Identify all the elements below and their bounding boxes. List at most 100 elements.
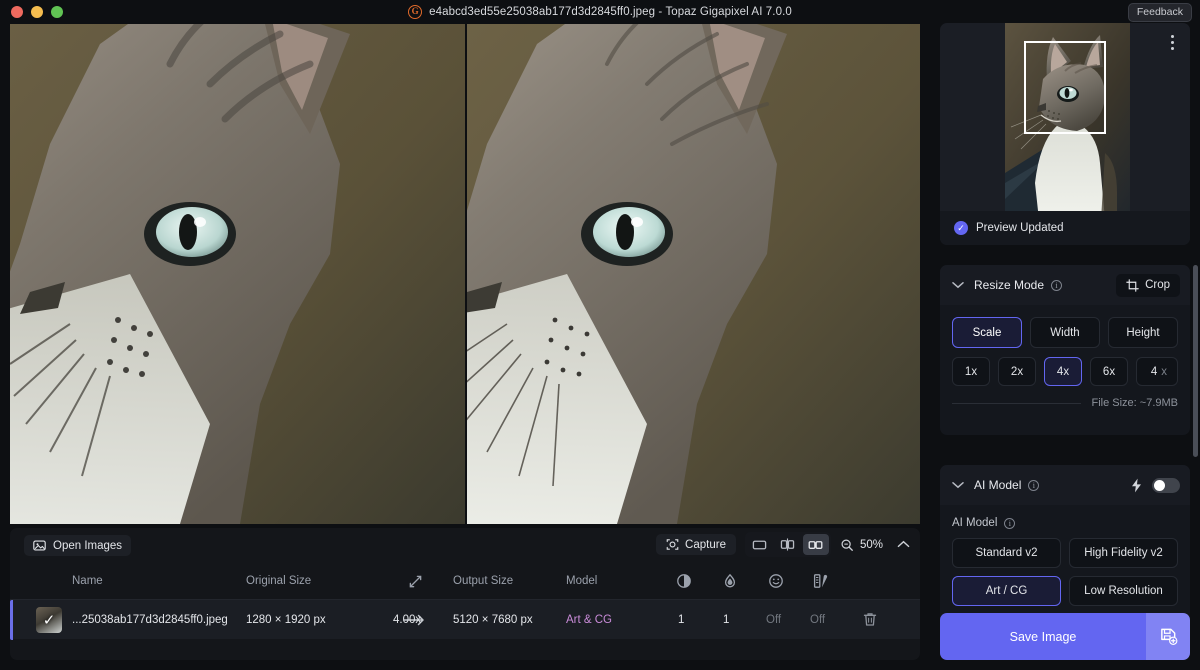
ai-model-sub-label-row: AI Model i xyxy=(952,517,1178,529)
list-toolbar-right: Capture 50% xyxy=(656,532,910,557)
chevron-down-icon[interactable] xyxy=(952,281,964,289)
resize-mode-card: Resize Mode i Crop Scale Width Height 1x… xyxy=(940,265,1190,435)
viewer-pane-original[interactable] xyxy=(10,24,465,524)
capture-button[interactable]: Capture xyxy=(656,534,736,555)
capture-icon xyxy=(666,539,679,550)
ai-model-options: Standard v2 High Fidelity v2 Art / CG Lo… xyxy=(952,538,1178,606)
crop-button-label: Crop xyxy=(1145,279,1170,291)
scale-4x[interactable]: 4x xyxy=(1044,357,1082,386)
close-button[interactable] xyxy=(11,5,23,18)
cell-output-size: 5120 × 7680 px xyxy=(453,613,533,626)
resize-mode-title: Resize Mode xyxy=(974,278,1045,292)
ai-model-toggle-group xyxy=(1130,477,1180,493)
save-image-bar[interactable]: Save Image xyxy=(940,613,1190,660)
contrast-icon[interactable] xyxy=(676,563,692,599)
model-low-resolution[interactable]: Low Resolution xyxy=(1069,576,1178,606)
window-title: e4abcd3ed55e25038ab177d3d2845ff0.jpeg - … xyxy=(429,5,792,18)
scale-options: 1x 2x 4x 6x 4 x xyxy=(952,357,1178,386)
ai-model-title: AI Model xyxy=(974,478,1022,492)
info-icon[interactable]: i xyxy=(1051,279,1063,291)
cell-name: ...25038ab177d3d2845ff0.jpeg xyxy=(72,613,228,626)
divider-line xyxy=(952,402,1082,404)
resize-mode-header[interactable]: Resize Mode i Crop xyxy=(940,265,1190,305)
scale-custom-input[interactable]: 4 x xyxy=(1136,357,1178,386)
kebab-menu-icon[interactable] xyxy=(1171,35,1174,50)
scale-2x[interactable]: 2x xyxy=(998,357,1036,386)
list-toolbar: Open Images Capture 50% xyxy=(10,528,920,563)
resize-mode-width[interactable]: Width xyxy=(1030,317,1100,348)
sidebar-scrollbar[interactable] xyxy=(1193,265,1198,457)
zoom-icon xyxy=(841,538,853,551)
ai-model-header[interactable]: AI Model i xyxy=(940,465,1190,505)
save-file-icon xyxy=(1160,628,1177,645)
col-original-size[interactable]: Original Size xyxy=(246,563,311,599)
cell-scale-value: 4.00x xyxy=(393,613,422,626)
resize-mode-height[interactable]: Height xyxy=(1108,317,1178,348)
cell-contrast[interactable]: 1 xyxy=(678,600,684,639)
model-high-fidelity-v2[interactable]: High Fidelity v2 xyxy=(1069,538,1178,568)
save-image-button[interactable]: Save Image xyxy=(940,613,1146,660)
chevron-up-icon[interactable] xyxy=(897,540,910,549)
cell-color[interactable]: Off xyxy=(810,600,825,639)
info-icon[interactable]: i xyxy=(1004,517,1016,529)
preview-status-bar: ✓ Preview Updated xyxy=(940,211,1190,245)
info-icon[interactable]: i xyxy=(1028,479,1040,491)
scale-1x[interactable]: 1x xyxy=(952,357,990,386)
col-output-size[interactable]: Output Size xyxy=(453,563,513,599)
cell-face-recovery[interactable]: Off xyxy=(766,600,781,639)
image-viewer[interactable] xyxy=(10,24,920,524)
ai-model-toggle[interactable] xyxy=(1152,477,1180,493)
lightning-bolt-icon[interactable] xyxy=(1130,478,1143,493)
viewer-pane-upscaled[interactable] xyxy=(467,24,920,524)
zoom-control[interactable]: 50% xyxy=(840,538,910,552)
preview-crop-selection[interactable] xyxy=(1024,41,1106,134)
chevron-down-icon[interactable] xyxy=(952,481,964,489)
resize-mode-scale[interactable]: Scale xyxy=(952,317,1022,348)
model-standard-v2[interactable]: Standard v2 xyxy=(952,538,1061,568)
crop-button[interactable]: Crop xyxy=(1116,273,1180,297)
color-palette-icon[interactable] xyxy=(813,563,829,599)
col-model[interactable]: Model xyxy=(566,563,597,599)
face-recovery-icon[interactable] xyxy=(768,563,784,599)
resize-mode-segments: Scale Width Height xyxy=(952,317,1178,348)
view-mode-side-by-side[interactable] xyxy=(802,534,829,555)
check-circle-icon: ✓ xyxy=(954,221,968,235)
row-checkbox-check[interactable]: ✓ xyxy=(43,613,56,628)
original-image xyxy=(10,24,465,524)
minimize-button[interactable] xyxy=(31,5,43,18)
table-row[interactable]: ✓ ...25038ab177d3d2845ff0.jpeg 1280 × 19… xyxy=(10,599,920,640)
cell-denoise[interactable]: 1 xyxy=(723,600,729,639)
water-drop-icon[interactable] xyxy=(722,563,738,599)
col-name[interactable]: Name xyxy=(72,563,103,599)
trash-icon[interactable] xyxy=(863,600,877,639)
scale-custom-value: 4 xyxy=(1150,365,1158,378)
viewer-split-divider[interactable] xyxy=(465,24,467,524)
maximize-button[interactable] xyxy=(51,5,63,18)
ai-model-sub-label: AI Model xyxy=(952,517,998,529)
gigapixel-app-window: G e4abcd3ed55e25038ab177d3d2845ff0.jpeg … xyxy=(0,0,1200,670)
view-mode-group xyxy=(744,532,831,557)
window-controls[interactable] xyxy=(0,5,63,18)
crop-icon xyxy=(1126,278,1139,292)
scale-6x[interactable]: 6x xyxy=(1090,357,1128,386)
image-list-panel: Open Images Capture 50% Name Original Si… xyxy=(10,528,920,660)
capture-label: Capture xyxy=(685,538,726,551)
open-images-button[interactable]: Open Images xyxy=(24,535,132,556)
save-options-button[interactable] xyxy=(1146,613,1190,660)
app-logo-icon: G xyxy=(408,4,423,19)
zoom-level: 50% xyxy=(859,538,883,551)
row-selected-indicator xyxy=(10,600,13,640)
cell-model[interactable]: Art & CG xyxy=(566,600,612,639)
title-bar: G e4abcd3ed55e25038ab177d3d2845ff0.jpeg … xyxy=(0,0,1200,23)
upscaled-image xyxy=(467,24,920,524)
split-view-icon xyxy=(781,538,795,551)
model-art-cg[interactable]: Art / CG xyxy=(952,576,1061,606)
feedback-button[interactable]: Feedback xyxy=(1127,3,1192,22)
expand-arrow-icon[interactable] xyxy=(408,563,423,599)
view-mode-single[interactable] xyxy=(747,534,773,555)
table-header: Name Original Size Output Size Model xyxy=(10,563,920,599)
row-thumbnail[interactable]: ✓ xyxy=(36,607,62,633)
preview-status-label: Preview Updated xyxy=(976,222,1064,234)
ai-model-card: AI Model i AI Model i Standard v2 High F… xyxy=(940,465,1190,630)
view-mode-split[interactable] xyxy=(775,534,801,555)
